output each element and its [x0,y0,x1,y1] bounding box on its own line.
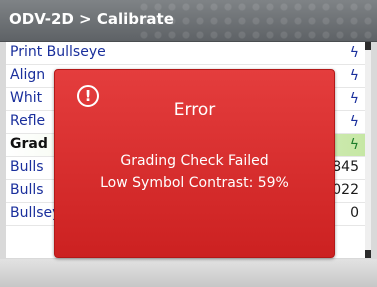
list-item-label: Grad [10,136,48,152]
page-title: ODV-2D > Calibrate [9,10,174,28]
list-scrollbar[interactable] [365,42,371,258]
list-item-value: 845 [332,159,359,175]
title-bar: ODV-2D > Calibrate [0,0,377,42]
error-dialog[interactable]: ! Error Grading Check Failed Low Symbol … [54,69,335,258]
lightning-icon: ϟ [349,45,359,61]
scroll-down-arrow[interactable] [365,250,371,258]
scroll-up-arrow[interactable] [365,42,371,50]
list-item-value: 022 [332,182,359,198]
lightning-icon: ϟ [349,68,359,84]
bottom-bar [0,259,377,287]
lightning-icon: ϟ [349,91,359,107]
lightning-icon: ϟ [349,137,359,153]
list-item-label: Align [10,67,46,83]
list-item-label: Bulls [10,159,44,175]
error-message-line2: Low Symbol Contrast: 59% [100,175,289,191]
error-message-line1: Grading Check Failed [120,153,269,169]
list-item-label: Refle [10,113,46,129]
list-item-label: Whit [10,90,43,106]
list-item-print-bullseye[interactable]: Print Bullseye ϟ [6,42,365,65]
list-item-value: 0 [350,205,359,221]
lightning-icon: ϟ [349,114,359,130]
list-item-label: Print Bullseye [10,44,106,60]
dialog-title: Error [173,100,216,120]
list-item-label: Bulls [10,182,44,198]
